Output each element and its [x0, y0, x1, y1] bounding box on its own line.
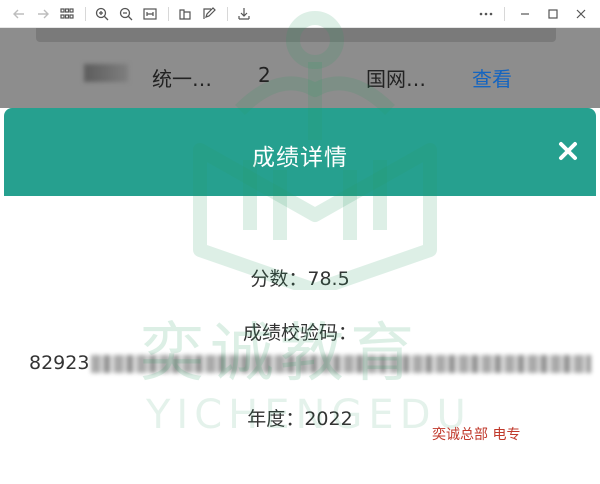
- maximize-icon[interactable]: [542, 3, 564, 25]
- zoom-out-icon[interactable]: [115, 3, 137, 25]
- code-label: 成绩校验码: [242, 322, 338, 344]
- results-list-overlay: 统一… 2 国网… 查看: [0, 28, 600, 108]
- more-icon[interactable]: [475, 3, 497, 25]
- back-icon[interactable]: [8, 3, 30, 25]
- score-value: 78.5: [307, 268, 350, 290]
- download-icon[interactable]: [233, 3, 255, 25]
- minimize-icon[interactable]: [514, 3, 536, 25]
- edit-icon[interactable]: [198, 3, 220, 25]
- toolbar-divider: [504, 7, 505, 21]
- grid-icon[interactable]: [56, 3, 78, 25]
- score-label: 分数: [250, 268, 289, 290]
- rotate-icon[interactable]: [174, 3, 196, 25]
- zoom-in-icon[interactable]: [91, 3, 113, 25]
- list-row-edge: [36, 28, 556, 42]
- toolbar-right-group: [475, 0, 594, 28]
- year-label: 年度: [247, 408, 286, 430]
- code-value-line: 82923: [29, 352, 596, 374]
- toolbar-divider: [227, 7, 228, 21]
- toolbar-divider: [168, 7, 169, 21]
- modal-header: 成绩详情: [4, 108, 596, 196]
- separator: ：: [285, 408, 305, 430]
- exam-count: 2: [258, 63, 271, 87]
- code-prefix: 82923: [29, 352, 90, 374]
- year-value: 2022: [304, 408, 353, 430]
- exam-org: 国网…: [366, 67, 426, 91]
- viewer-toolbar: [0, 0, 600, 28]
- separator: ：: [288, 268, 308, 290]
- view-link[interactable]: 查看: [472, 63, 512, 92]
- toolbar-left-group: [8, 0, 257, 28]
- fit-width-icon[interactable]: [139, 3, 161, 25]
- close-icon[interactable]: [570, 3, 592, 25]
- code-label-line: 成绩校验码：: [4, 318, 596, 345]
- blurred-name: [84, 64, 128, 82]
- toolbar-divider: [85, 7, 86, 21]
- close-icon[interactable]: [556, 139, 580, 163]
- forward-icon[interactable]: [32, 3, 54, 25]
- score-line: 分数：78.5: [4, 264, 596, 291]
- separator: ：: [338, 322, 358, 344]
- exam-name: 统一…: [152, 67, 212, 91]
- watermark-note: 奕诚总部 电专: [432, 427, 521, 443]
- modal-title: 成绩详情: [252, 145, 348, 171]
- code-redacted: [91, 354, 592, 373]
